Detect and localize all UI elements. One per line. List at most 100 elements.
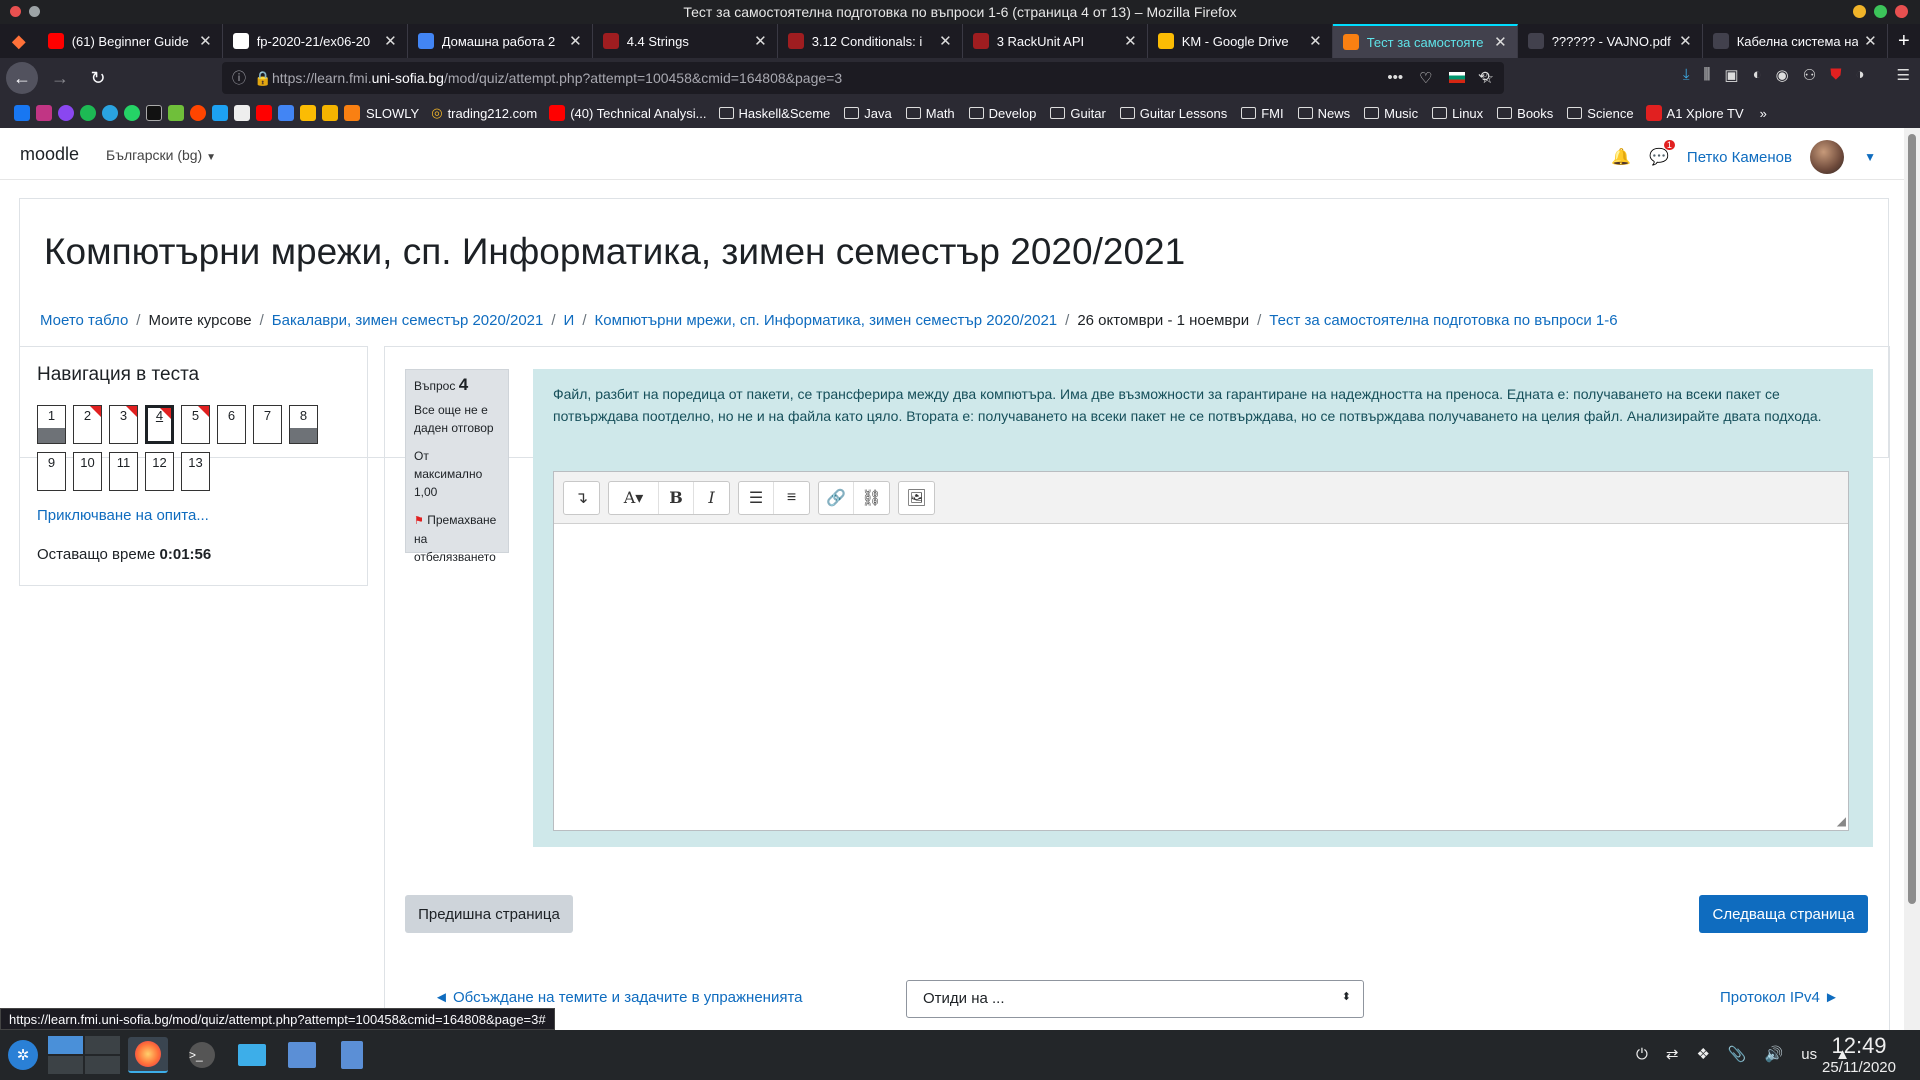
question-nav-button[interactable]: 8	[289, 405, 318, 444]
whatsapp-icon[interactable]	[124, 105, 140, 121]
breadcrumb-item[interactable]: И	[564, 312, 575, 329]
network-icon[interactable]: ⇄	[1666, 1045, 1679, 1063]
question-nav-button[interactable]: 12	[145, 452, 174, 491]
attachment-icon[interactable]: 📎	[1728, 1045, 1747, 1063]
browser-tab[interactable]: fp-2020-21/ex06-20 ✕	[223, 24, 408, 58]
avatar[interactable]	[1810, 140, 1844, 174]
hamburger-menu-icon[interactable]: ☰	[1897, 66, 1910, 84]
pin-window-icon[interactable]	[29, 6, 40, 17]
close-tab-icon[interactable]: ✕	[1124, 32, 1137, 50]
extension-icon[interactable]: ⚇	[1803, 66, 1816, 84]
browser-tab[interactable]: (61) Beginner Guide ✕	[38, 24, 223, 58]
terminal-task-icon[interactable]: >_	[182, 1037, 222, 1073]
app-launcher-icon[interactable]: ✲	[8, 1040, 38, 1070]
question-nav-button[interactable]: 4	[145, 405, 174, 444]
firefox-task-icon[interactable]	[128, 1037, 168, 1073]
unlink-icon[interactable]: ⛓	[854, 482, 889, 514]
question-nav-button[interactable]: 1	[37, 405, 66, 444]
minimize-button[interactable]	[1853, 5, 1866, 18]
bookmark-folder[interactable]: Books	[1497, 106, 1553, 121]
ide-task-icon[interactable]	[282, 1037, 322, 1073]
question-nav-button[interactable]: 2	[73, 405, 102, 444]
bookmark-folder[interactable]: Develop	[968, 106, 1036, 121]
browser-tab[interactable]: 4.4 Strings ✕	[593, 24, 778, 58]
close-tab-icon[interactable]: ✕	[1494, 33, 1507, 51]
link-icon[interactable]: 🔗	[819, 481, 854, 514]
history-icon[interactable]: ⟲	[1478, 68, 1490, 85]
youtube-icon[interactable]	[256, 105, 272, 121]
bookmark-folder[interactable]: FMI	[1241, 106, 1284, 121]
new-tab-button[interactable]: +	[1888, 24, 1920, 58]
previous-page-button[interactable]: Предишна страница	[405, 895, 573, 933]
downloads-icon[interactable]: ⤓	[1683, 66, 1690, 84]
sidebar-icon[interactable]: ▣	[1724, 66, 1738, 84]
forward-button[interactable]: →	[44, 62, 76, 94]
library-icon[interactable]: ⫼	[1704, 66, 1711, 84]
question-nav-button[interactable]: 11	[109, 452, 138, 491]
bookmark-trading212[interactable]: ◎ trading212.com	[431, 105, 537, 121]
browser-tab[interactable]: Домашна работа 2 ✕	[408, 24, 593, 58]
browser-tab[interactable]: Кабелна система на Л ✕	[1703, 24, 1888, 58]
instagram-icon[interactable]	[36, 105, 52, 121]
extension-icon[interactable]: ◐	[1753, 66, 1762, 84]
page-info-icon[interactable]: ⓘ	[232, 68, 246, 88]
font-style-icon[interactable]: A▾	[609, 481, 659, 514]
clock[interactable]: 12:49 25/11/2020	[1822, 1033, 1896, 1076]
previous-activity-link[interactable]: ◄ Обсъждане на темите и задачите в упраж…	[434, 989, 803, 1006]
unflag-question-link[interactable]: ⚑ Премахване на отбелязването	[414, 511, 500, 566]
question-nav-button[interactable]: 9	[37, 452, 66, 491]
more-bookmarks-icon[interactable]: »	[1760, 106, 1767, 121]
close-tab-icon[interactable]: ✕	[1679, 32, 1692, 50]
url-bar[interactable]: ⓘ 🔒 https://learn.fmi.uni-sofia.bg/mod/q…	[222, 62, 1504, 94]
extension-icon[interactable]: ◉	[1776, 66, 1789, 84]
browser-tab[interactable]: 3 RackUnit API ✕	[963, 24, 1148, 58]
reload-button[interactable]: ↻	[82, 62, 114, 94]
question-nav-button[interactable]: 5	[181, 405, 210, 444]
close-tab-icon[interactable]: ✕	[384, 32, 397, 50]
messenger-icon[interactable]	[58, 105, 74, 121]
breadcrumb-item[interactable]: Тест за самостоятелна подготовка по въпр…	[1269, 312, 1617, 329]
file-manager-task-icon[interactable]	[232, 1037, 272, 1073]
image-icon[interactable]: 🖼	[899, 482, 934, 514]
bookmark-folder[interactable]: Linux	[1432, 106, 1483, 121]
question-nav-button[interactable]: 13	[181, 452, 210, 491]
bulgarian-flag-icon[interactable]	[1448, 72, 1465, 83]
question-nav-button[interactable]: 7	[253, 405, 282, 444]
page-actions-icon[interactable]: •••	[1387, 69, 1403, 87]
close-tab-icon[interactable]: ✕	[939, 32, 952, 50]
browser-tab[interactable]: 3.12 Conditionals: i ✕	[778, 24, 963, 58]
genius-icon[interactable]	[234, 105, 250, 121]
reddit-icon[interactable]	[190, 105, 206, 121]
chevron-down-icon[interactable]: ▼	[1864, 150, 1876, 164]
page-scrollbar[interactable]	[1904, 128, 1920, 1030]
browser-tab[interactable]: KM - Google Drive ✕	[1148, 24, 1333, 58]
close-tab-icon[interactable]: ✕	[569, 32, 582, 50]
close-window-dot-icon[interactable]	[10, 6, 21, 17]
close-button[interactable]	[1895, 5, 1908, 18]
breadcrumb-item[interactable]: Компютърни мрежи, сп. Информатика, зимен…	[594, 312, 1057, 329]
bookmark-a1-xplore[interactable]: A1 Xplore TV	[1645, 105, 1744, 121]
notification-bell-icon[interactable]: 🔔	[1611, 147, 1631, 167]
bookmark-folder[interactable]: Haskell&Sceme	[718, 106, 830, 121]
ublock-icon[interactable]: ⛊	[1830, 66, 1841, 84]
finish-attempt-link[interactable]: Приключване на опита...	[37, 507, 209, 524]
site-brand[interactable]: moodle	[20, 144, 79, 165]
power-icon[interactable]: ⏻	[1636, 1046, 1648, 1063]
goodreads-icon[interactable]	[146, 105, 162, 121]
calendar-icon[interactable]	[278, 105, 294, 121]
browser-tab[interactable]: Тест за самостояте ✕	[1332, 24, 1518, 58]
question-nav-button[interactable]: 6	[217, 405, 246, 444]
next-activity-link[interactable]: Протокол IPv4 ►	[1720, 989, 1839, 1006]
moodle-icon[interactable]	[344, 105, 360, 121]
bookmark-folder[interactable]: Science	[1567, 106, 1634, 121]
question-nav-button[interactable]: 10	[73, 452, 102, 491]
question-nav-button[interactable]: 3	[109, 405, 138, 444]
breadcrumb-item[interactable]: Моето табло	[40, 312, 128, 329]
document-viewer-task-icon[interactable]	[332, 1037, 372, 1073]
bullet-list-icon[interactable]: ☰	[739, 481, 774, 514]
italic-icon[interactable]: I	[694, 482, 729, 514]
next-page-button[interactable]: Следваща страница	[1699, 895, 1868, 933]
bold-icon[interactable]: B	[659, 481, 694, 514]
bookmark-technical-analysis[interactable]: (40) Technical Analysi...	[549, 105, 707, 121]
browser-tab[interactable]: ?????? - VAJNO.pdf ✕	[1518, 24, 1703, 58]
